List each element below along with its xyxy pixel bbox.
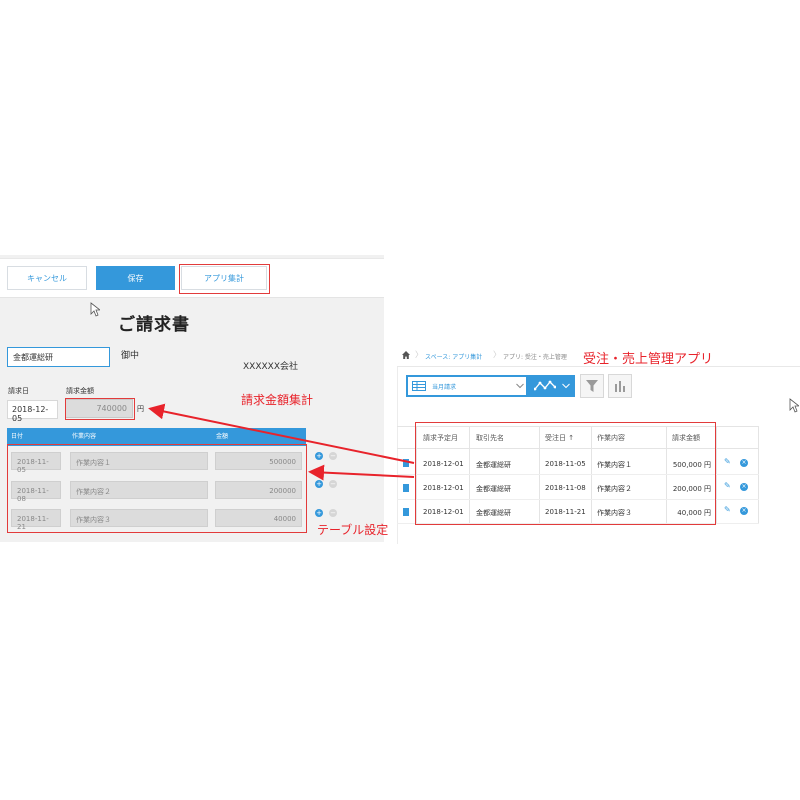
arrow-to-amount bbox=[148, 403, 415, 464]
annotation-arrows bbox=[148, 403, 415, 481]
arrow-to-table bbox=[308, 464, 415, 481]
